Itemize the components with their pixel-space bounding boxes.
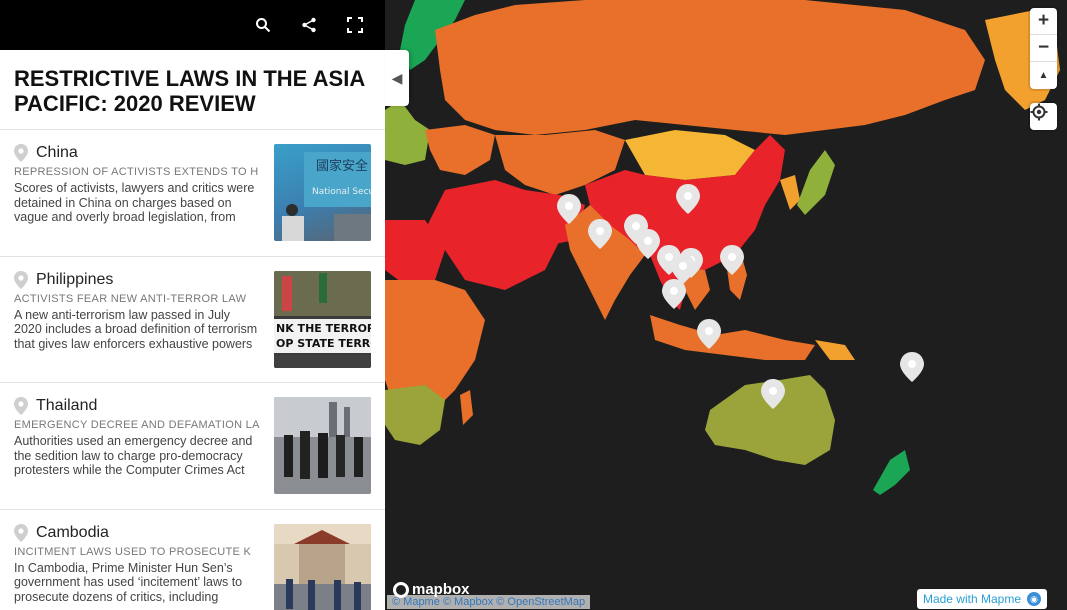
story-item-thailand[interactable]: Thailand EMERGENCY DECREE AND DEFAMATION… [0,383,385,510]
map-view[interactable]: + − ▲ mapbox © Mapme © Mapbox © OpenStre… [385,0,1067,610]
map-pin[interactable] [662,279,686,309]
story-name: China [36,144,78,161]
share-button[interactable] [299,15,319,35]
fullscreen-icon [347,17,363,33]
location-pin-icon [14,270,28,289]
chevron-left-icon: ◀ [391,69,403,86]
top-toolbar [0,0,385,50]
region-new-zealand[interactable] [873,450,910,495]
story-subtitle: REPRESSION OF ACTIVISTS EXTENDS TO H [14,166,259,178]
mapme-logo-icon: ◉ [1027,592,1041,606]
thumb-text-en: National Security [312,187,371,197]
zoom-controls: + − ▲ [1030,8,1057,89]
text-fade [0,478,270,509]
location-pin-icon [14,144,28,162]
region-eastern-europe[interactable] [425,125,495,175]
story-thumbnail-china[interactable]: 國家安全 National Security [274,144,371,241]
map-canvas[interactable] [385,0,1067,610]
region-korea[interactable] [780,175,800,210]
text-fade [0,225,270,256]
compass-button[interactable]: ▲ [1030,62,1057,89]
story-subtitle: INCITMENT LAWS USED TO PROSECUTE K [14,545,252,558]
search-icon [256,18,271,33]
collapse-sidebar-button[interactable]: ◀ [385,50,409,106]
region-southern-africa[interactable] [385,385,445,445]
story-description: A new anti-terrorism law passed in July … [14,307,258,352]
story-description: Authorities used an emergency decree and… [14,434,253,478]
compass-icon: ▲ [1038,70,1049,81]
region-japan[interactable] [797,150,835,215]
page-title: RESTRICTIVE LAWS IN THE ASIA PACIFIC: 20… [0,50,385,130]
thumb-text-1: NK THE TERROR [276,322,371,335]
app-root: + − ▲ mapbox © Mapme © Mapbox © OpenStre… [0,0,1067,610]
thumb-text-2: OP STATE TERROR [276,337,371,350]
thumbnail-image [274,397,371,494]
story-subtitle: EMERGENCY DECREE AND DEFAMATION LA [14,419,260,431]
zoom-out-button[interactable]: − [1030,35,1057,62]
region-europe[interactable] [385,100,430,165]
made-with-mapme-link[interactable]: Made with Mapme ◉ [916,589,1047,609]
story-description: Scores of activists, lawyers and critics… [14,181,255,225]
locate-button[interactable] [1030,103,1057,130]
fullscreen-button[interactable] [345,15,365,35]
region-madagascar[interactable] [460,390,473,425]
story-description: In Cambodia, Prime Minister Hun Sen’s go… [14,560,243,604]
made-with-label: Made with Mapme [922,592,1021,606]
story-subtitle: ACTIVISTS FEAR NEW ANTI-TERROR LAW [14,292,247,305]
location-pin-icon [14,523,28,542]
region-mongolia[interactable] [625,130,755,180]
locate-control [1030,103,1057,130]
story-thumbnail-cambodia[interactable] [274,523,371,610]
map-pin[interactable] [900,352,924,382]
locate-icon [1030,103,1048,121]
zoom-in-button[interactable]: + [1030,8,1057,35]
region-png[interactable] [815,340,855,360]
story-item-philippines[interactable]: Philippines ACTIVISTS FEAR NEW ANTI-TERR… [0,257,385,383]
story-name: Cambodia [36,523,109,541]
share-icon [302,17,316,33]
thumbnail-image: 國家安全 National Security [282,152,371,241]
story-sidebar: RESTRICTIVE LAWS IN THE ASIA PACIFIC: 20… [0,0,385,610]
thumbnail-image [274,523,371,610]
thumb-text-cn: 國家安全 [316,158,368,174]
region-russia[interactable] [435,0,985,135]
text-fade [0,352,270,382]
location-pin-icon [14,397,28,415]
story-thumbnail-philippines[interactable]: NK THE TERROR OP STATE TERROR [274,270,371,368]
story-name: Philippines [36,270,114,288]
search-button[interactable] [253,15,273,35]
map-attribution[interactable]: © Mapme © Mapbox © OpenStreetMap [387,595,591,609]
thumbnail-image: NK THE TERROR OP STATE TERROR [274,270,371,368]
story-name: Thailand [36,397,98,414]
story-thumbnail-thailand[interactable] [274,397,371,494]
region-indonesia[interactable] [650,315,815,360]
story-item-cambodia[interactable]: Cambodia INCITMENT LAWS USED TO PROSECUT… [0,510,385,610]
story-item-china[interactable]: China REPRESSION OF ACTIVISTS EXTENDS TO… [0,130,385,257]
